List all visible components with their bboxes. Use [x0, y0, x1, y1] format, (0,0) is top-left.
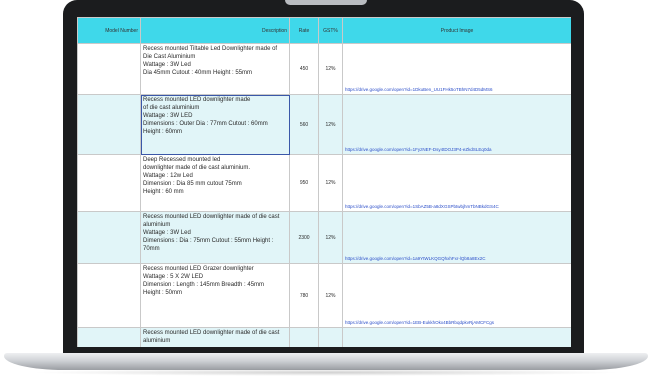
description-line: Recess mounted LED downlighter made: [143, 97, 251, 103]
model-number-cell[interactable]: [77, 43, 141, 95]
description-line: 70mm: [143, 246, 160, 252]
column-header-product-image[interactable]: Product Image: [342, 17, 571, 44]
description-line: Deep Recessed mounted led: [143, 157, 221, 163]
column-header-description[interactable]: Description: [140, 17, 290, 44]
product-image-cell[interactable]: https://drive.google.com/open?id=1SbAZ5B…: [342, 154, 571, 212]
product-image-cell[interactable]: https://drive.google.com/open?id=1a9YtWL…: [342, 211, 571, 264]
product-image-link[interactable]: https://drive.google.com/open?id=1EB-Euk…: [345, 320, 569, 325]
table-row: Deep Recessed mounted led downlighter mad…: [77, 154, 571, 212]
description-line: Wattage : 12w Led: [143, 173, 193, 179]
description-line: Dimension : Dia 85 mm cutout 75mm: [143, 181, 242, 187]
product-table: Model Number Description Rate GST% Produ…: [77, 17, 571, 347]
description-line: Recess mounted LED downlighter made of d…: [143, 214, 280, 220]
description-line: aluminium: [143, 222, 171, 228]
table-row: Recess mounted LED downlighter made of d…: [77, 327, 571, 347]
model-number-cell[interactable]: [77, 211, 141, 264]
laptop-shadow: [30, 369, 622, 376]
description-cell[interactable]: Recess mounted LED downlighter made of d…: [140, 211, 290, 264]
model-number-cell[interactable]: [77, 263, 141, 328]
description-line: Height : 50mm: [143, 290, 183, 296]
product-image-link[interactable]: https://drive.google.com/open?id=1a9YtWL…: [345, 256, 569, 261]
description-line: aluminium: [143, 338, 171, 344]
column-header-rate[interactable]: Rate: [289, 17, 319, 44]
description-line: Dimension : Length : 145mm Breadth : 45m…: [143, 282, 265, 288]
rate-cell[interactable]: 950: [289, 154, 319, 212]
description-cell[interactable]: Recess mounted LED downlighter made of di…: [140, 94, 290, 155]
product-image-cell[interactable]: https://drive.google.com/open?id=1EB-Euk…: [342, 263, 571, 328]
table-row: Recess mounted LED downlighter made of di…: [77, 94, 571, 155]
gst-cell[interactable]: 12%: [318, 43, 343, 95]
description-line: Height : 60 mm: [143, 189, 184, 195]
description-line: of die cast aluminium: [143, 105, 200, 111]
description-line: Dimensions : Outer Dia : 77mm Cutout : 6…: [143, 121, 268, 127]
description-cell[interactable]: Deep Recessed mounted led downlighter mad…: [140, 154, 290, 212]
product-image-link[interactable]: https://drive.google.com/open?id=1DkuBen…: [345, 87, 569, 92]
description-line: Recess mounted LED Grazer downlighter: [143, 266, 254, 272]
description-line: Wattage : 5 X 2W LED: [143, 274, 204, 280]
description-line: Die Cast Aluminium: [143, 54, 196, 60]
description-line: Dimensions : Dia : 75mm Cutout : 55mm He…: [143, 238, 274, 244]
laptop-notch: [285, 0, 367, 5]
description-line: Height : 60mm: [143, 129, 183, 135]
laptop-base: [4, 353, 648, 370]
rate-cell[interactable]: 560: [289, 94, 319, 155]
description-cell[interactable]: Recess mounted Tiltable Led Downlighter …: [140, 43, 290, 95]
rate-cell[interactable]: 450: [289, 43, 319, 95]
product-image-link[interactable]: https://drive.google.com/open?id=1FyzNEF…: [345, 147, 569, 152]
description-line: Dia 45mm Cutout : 40mm Height : 55mm: [143, 70, 253, 76]
description-line: downlighter made of die cast aluminium.: [143, 165, 251, 171]
table-row: Recess mounted LED downlighter made of d…: [77, 211, 571, 264]
description-line: Wattage : 3W LED: [143, 113, 193, 119]
description-line: Recess mounted Tiltable Led Downlighter …: [143, 46, 278, 52]
table-row: Recess mounted Tiltable Led Downlighter …: [77, 43, 571, 95]
description-line: Wattage : 3W Led: [143, 62, 191, 68]
product-image-cell[interactable]: https://drive.google.com/open?id=1DkuBen…: [342, 43, 571, 95]
gst-cell[interactable]: 12%: [318, 263, 343, 328]
description-line: Wattage : 3W Led: [143, 230, 191, 236]
model-number-cell[interactable]: [77, 327, 141, 347]
gst-cell[interactable]: 12%: [318, 94, 343, 155]
column-header-model-number[interactable]: Model Number: [77, 17, 141, 44]
product-image-cell[interactable]: [342, 327, 571, 347]
header-row: Model Number Description Rate GST% Produ…: [77, 17, 571, 44]
model-number-cell[interactable]: [77, 94, 141, 155]
rate-cell[interactable]: 2300: [289, 211, 319, 264]
column-header-gst[interactable]: GST%: [318, 17, 343, 44]
description-line: Recess mounted LED downlighter made of d…: [143, 330, 280, 336]
product-image-link[interactable]: https://drive.google.com/open?id=1SbAZ5B…: [345, 204, 569, 209]
product-image-cell[interactable]: https://drive.google.com/open?id=1FyzNEF…: [342, 94, 571, 155]
table-row: Recess mounted LED Grazer downlighter Wat…: [77, 263, 571, 328]
rate-cell[interactable]: [289, 327, 319, 347]
spreadsheet-screen: Model Number Description Rate GST% Produ…: [77, 17, 571, 347]
gst-cell[interactable]: 12%: [318, 154, 343, 212]
description-cell[interactable]: Recess mounted LED Grazer downlighter Wat…: [140, 263, 290, 328]
model-number-cell[interactable]: [77, 154, 141, 212]
gst-cell[interactable]: [318, 327, 343, 347]
rate-cell[interactable]: 780: [289, 263, 319, 328]
gst-cell[interactable]: 12%: [318, 211, 343, 264]
description-cell[interactable]: Recess mounted LED downlighter made of d…: [140, 327, 290, 347]
